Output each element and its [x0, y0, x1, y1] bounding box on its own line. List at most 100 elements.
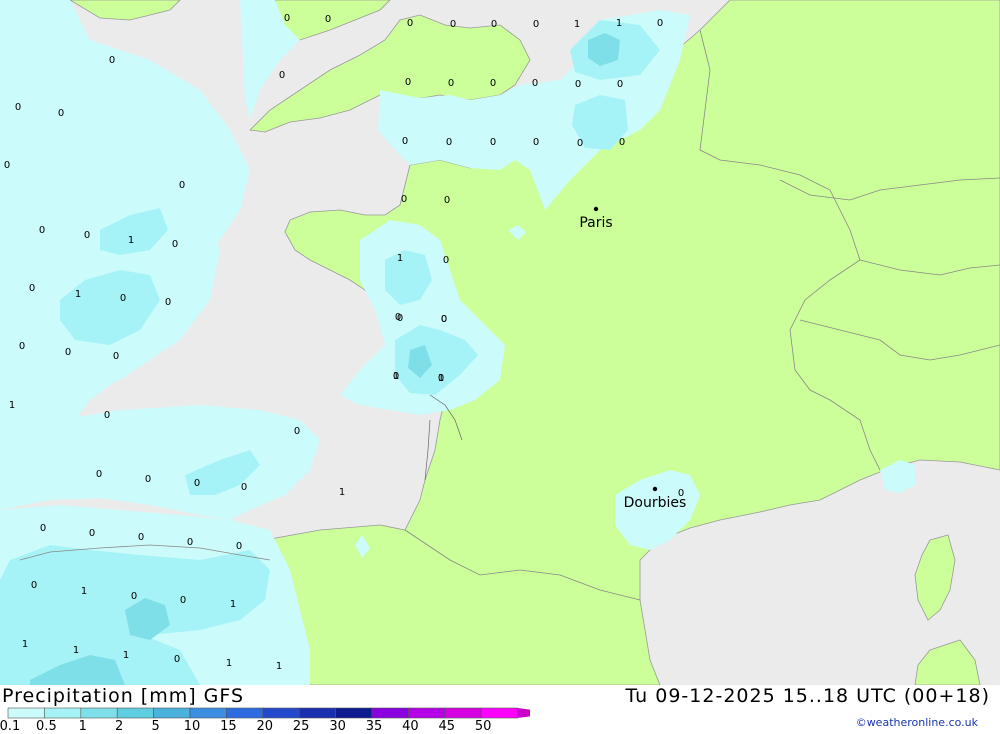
- credit-link[interactable]: ©weatheronline.co.uk: [856, 716, 978, 729]
- grid-value-label: 1: [230, 599, 236, 610]
- scale-swatch: [371, 707, 409, 719]
- grid-value-label: 0: [179, 180, 185, 191]
- map-footer: Precipitation [mm] GFS Tu 09-12-2025 15.…: [0, 685, 1000, 734]
- scale-label: 5: [151, 719, 160, 734]
- grid-value-label: 0: [96, 469, 102, 480]
- grid-value-label: 0: [657, 18, 663, 29]
- grid-value-label: 0: [131, 591, 137, 602]
- scale-label: 2: [115, 719, 124, 734]
- scale-swatch: [335, 707, 373, 719]
- scale-swatch: [480, 707, 518, 719]
- grid-value-label: 0: [165, 297, 171, 308]
- grid-value-label: 0: [65, 347, 71, 358]
- scale-swatch: [444, 707, 482, 719]
- scale-label: 45: [438, 719, 456, 734]
- grid-value-label: 0: [533, 19, 539, 30]
- scale-label: 35: [365, 719, 383, 734]
- scale-swatch: [226, 707, 264, 719]
- scale-swatch: [408, 707, 446, 719]
- grid-value-label: 0: [446, 137, 452, 148]
- grid-value-label: 0: [619, 137, 625, 148]
- precipitation-map: 0 0 0 0 0 0 1 1 0 0 0 0 0 0 0 0 0 0 0 0 0 0 0 0 0 0 0 0 0 0 0 1 0 1 0 0 1 0 0 0…: [0, 0, 1000, 686]
- grid-value-label: 0: [120, 293, 126, 304]
- grid-value-label: 0: [58, 108, 64, 119]
- grid-value-label: 0: [279, 70, 285, 81]
- scale-swatch: [189, 707, 227, 719]
- scale-label: 50: [474, 719, 492, 734]
- grid-value-label: 0: [533, 137, 539, 148]
- grid-value-label: 0: [4, 160, 10, 171]
- scale-label: 25: [292, 719, 310, 734]
- grid-value-label: 1: [393, 371, 399, 382]
- scale-label: 30: [329, 719, 346, 734]
- scale-arrow: [517, 708, 530, 718]
- grid-value-label: 1: [22, 639, 28, 650]
- dourbies-marker: [652, 486, 658, 492]
- scale-label: 0.1: [0, 719, 21, 734]
- grid-value-label: 0: [491, 19, 497, 30]
- grid-value-label: 0: [84, 230, 90, 241]
- scale-swatch: [44, 707, 82, 719]
- grid-value-label: 1: [123, 650, 129, 661]
- paris-marker: [593, 206, 599, 212]
- grid-value-label: 0: [617, 79, 623, 90]
- grid-value-label: 0: [532, 78, 538, 89]
- scale-swatch: [80, 707, 118, 719]
- scale-label: 15: [220, 719, 237, 734]
- grid-value-label: 0: [15, 102, 21, 113]
- grid-value-label: 0: [19, 341, 25, 352]
- scale-label: 20: [256, 719, 274, 734]
- grid-value-label: 0: [441, 314, 447, 325]
- grid-value-label: 0: [284, 13, 290, 24]
- grid-value-label: 1: [128, 235, 134, 246]
- grid-value-label: 0: [113, 351, 119, 362]
- grid-value-label: 0: [397, 313, 403, 324]
- scale-label: 40: [402, 719, 419, 734]
- grid-value-label: 1: [339, 487, 345, 498]
- scale-swatch: [116, 707, 154, 719]
- grid-value-label: 0: [450, 19, 456, 30]
- grid-value-label: 0: [490, 78, 496, 89]
- grid-value-label: 0: [407, 18, 413, 29]
- grid-value-label: 0: [325, 14, 331, 25]
- grid-value-label: 0: [104, 410, 110, 421]
- grid-value-label: 1: [81, 586, 87, 597]
- map-title: Precipitation [mm] GFS: [2, 685, 245, 707]
- scale-swatch: [298, 707, 336, 719]
- grid-value-label: 0: [448, 78, 454, 89]
- grid-value-label: 0: [40, 523, 46, 534]
- grid-value-label: 1: [226, 658, 232, 669]
- grid-value-label: 0: [443, 255, 449, 266]
- grid-value-label: 0: [109, 55, 115, 66]
- grid-value-label: 0: [402, 136, 408, 147]
- grid-value-label: 0: [145, 474, 151, 485]
- valid-time: Tu 09-12-2025 15..18 UTC (00+18): [625, 685, 990, 707]
- grid-value-label: 1: [276, 661, 282, 672]
- grid-value-label: 1: [9, 400, 15, 411]
- grid-value-label: 0: [29, 283, 35, 294]
- city-paris: Paris: [579, 215, 612, 231]
- grid-value-label: 0: [172, 239, 178, 250]
- scale-swatch: [153, 707, 191, 719]
- grid-value-label: 1: [73, 645, 79, 656]
- scale-label: 1: [78, 719, 87, 734]
- grid-value-label: 0: [577, 138, 583, 149]
- grid-value-label: 0: [180, 595, 186, 606]
- grid-value-label: 1: [75, 289, 81, 300]
- grid-value-label: 0: [575, 79, 581, 90]
- grid-value-label: 0: [444, 195, 450, 206]
- grid-value-label: 0: [438, 373, 444, 384]
- grid-value-label: 0: [294, 426, 300, 437]
- grid-value-label: 0: [187, 537, 193, 548]
- grid-value-label: 0: [490, 137, 496, 148]
- scale-label: 0.5: [36, 719, 57, 734]
- grid-value-label: 0: [89, 528, 95, 539]
- grid-value-label: 0: [405, 77, 411, 88]
- grid-value-label: 0: [138, 532, 144, 543]
- grid-value-label: 1: [397, 253, 403, 264]
- city-dourbies: Dourbies: [624, 495, 687, 511]
- grid-value-label: 0: [194, 478, 200, 489]
- scale-swatch: [7, 707, 45, 719]
- grid-value-label: 0: [241, 482, 247, 493]
- grid-value-label: 1: [574, 19, 580, 30]
